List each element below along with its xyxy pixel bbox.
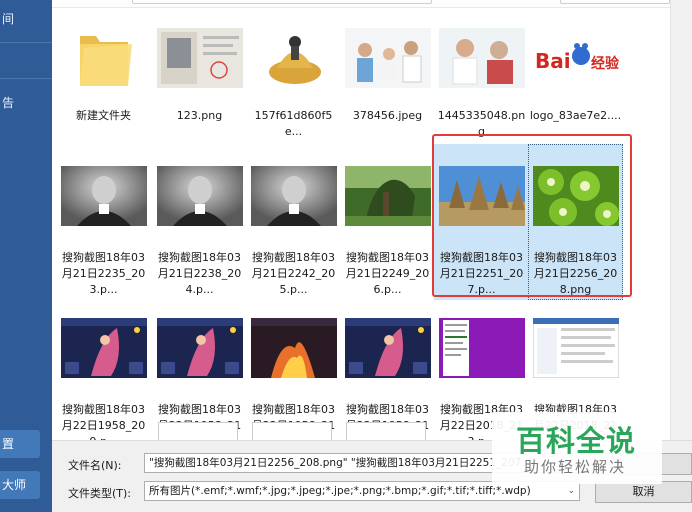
cancel-button[interactable]: 取消	[595, 481, 692, 503]
image-thumbnail	[156, 296, 243, 400]
watermark: 百科全说 助你轻松解决	[492, 412, 662, 484]
image-thumbnail	[60, 296, 147, 400]
file-item[interactable]: 搜狗截图18年03月21日2235_203.p...	[56, 144, 151, 300]
image-thumbnail	[250, 296, 337, 400]
file-item[interactable]: 搜狗截图18年03月22日1958_211.p...	[246, 296, 341, 440]
file-item[interactable]: 搜狗截图18年03月21日2256_208.png	[528, 144, 623, 300]
image-thumbnail: Bai 经验	[532, 10, 619, 106]
toolbar-edge	[52, 0, 670, 8]
image-thumbnail	[532, 144, 619, 248]
file-name: 123.png	[176, 109, 223, 122]
file-item-partial[interactable]	[158, 422, 238, 440]
file-name: 搜狗截图18年03月21日2238_204.p...	[157, 251, 242, 296]
file-name: 搜狗截图18年03月21日2235_203.p...	[61, 251, 146, 296]
sidebar-item-3[interactable]: 告	[0, 94, 52, 111]
watermark-title: 百科全说	[516, 424, 637, 458]
svg-text:经验: 经验	[591, 55, 619, 72]
file-name: logo_83ae7e2....	[529, 109, 622, 122]
image-thumbnail	[344, 10, 431, 106]
file-item[interactable]: 搜狗截图18年03月22日1958_210.p...	[152, 296, 247, 440]
image-thumbnail	[438, 296, 525, 400]
file-item[interactable]: 搜狗截图18年03月21日2251_207.p...	[434, 144, 529, 300]
file-item-partial[interactable]	[346, 422, 426, 440]
file-item-partial[interactable]	[252, 422, 332, 440]
file-item[interactable]: 搜狗截图18年03月22日1958_209.p...	[56, 296, 151, 440]
file-item[interactable]: 搜狗截图18年03月21日2238_204.p...	[152, 144, 247, 300]
chevron-down-icon: ⌄	[567, 486, 575, 496]
file-name: 157f61d860f5e...	[254, 109, 333, 138]
file-name: 1445335048.png	[437, 109, 526, 138]
file-name: 搜狗截图18年03月21日2256_208.png	[533, 251, 618, 296]
file-name: 新建文件夹	[76, 109, 131, 122]
watermark-subtitle: 助你轻松解决	[524, 458, 627, 476]
search-box-edge[interactable]	[560, 0, 670, 4]
file-item[interactable]: 157f61d860f5e...	[246, 10, 341, 142]
file-item[interactable]: 378456.jpeg	[340, 10, 435, 126]
sidebar: 间 告 置 大师	[0, 0, 52, 512]
image-thumbnail	[250, 144, 337, 248]
image-thumbnail	[438, 10, 525, 106]
file-item[interactable]: 123.png	[152, 10, 247, 126]
image-thumbnail	[344, 144, 431, 248]
sidebar-divider	[0, 78, 52, 79]
file-item[interactable]: 搜狗截图18年03月21日2242_205.p...	[246, 144, 341, 300]
file-item[interactable]: 1445335048.png	[434, 10, 529, 142]
image-thumbnail	[438, 144, 525, 248]
sidebar-button-settings[interactable]: 置	[0, 430, 40, 458]
sidebar-item-1[interactable]: 间	[0, 10, 52, 27]
sidebar-divider	[0, 42, 52, 43]
file-item[interactable]: 搜狗截图18年03月21日2249_206.p...	[340, 144, 435, 300]
folder-icon	[61, 10, 147, 106]
image-thumbnail	[344, 296, 431, 400]
file-item[interactable]: Bai 经验 logo_83ae7e2....	[528, 10, 623, 126]
filetype-label: 文件类型(T):	[68, 487, 132, 500]
vertical-scrollbar[interactable]	[670, 0, 692, 440]
file-name: 378456.jpeg	[352, 109, 423, 122]
image-thumbnail	[250, 10, 337, 106]
image-thumbnail	[60, 144, 147, 248]
folder-item[interactable]: 新建文件夹	[56, 10, 151, 126]
image-thumbnail	[156, 144, 243, 248]
file-item[interactable]: 搜狗截图18年03月22日1958_212.p...	[340, 296, 435, 440]
image-thumbnail	[532, 296, 619, 400]
filename-label: 文件名(N):	[68, 459, 122, 472]
svg-text:Bai: Bai	[535, 49, 571, 73]
image-thumbnail	[156, 10, 243, 106]
filetype-select[interactable]: 所有图片(*.emf;*.wmf;*.jpg;*.jpeg;*.jpe;*.pn…	[144, 481, 580, 501]
file-name: 搜狗截图18年03月22日1958_209.p...	[61, 403, 146, 440]
address-bar-edge[interactable]	[132, 0, 432, 4]
file-grid: 新建文件夹 123.png 157f61d860f5e... 378456.jpeg 1…	[56, 10, 668, 440]
file-name: 搜狗截图18年03月21日2242_205.p...	[251, 251, 336, 296]
sidebar-button-master[interactable]: 大师	[0, 471, 40, 499]
file-name: 搜狗截图18年03月21日2251_207.p...	[439, 251, 524, 296]
file-name: 搜狗截图18年03月21日2249_206.p...	[345, 251, 430, 296]
filetype-select-value: 所有图片(*.emf;*.wmf;*.jpg;*.jpeg;*.jpe;*.pn…	[149, 485, 531, 497]
